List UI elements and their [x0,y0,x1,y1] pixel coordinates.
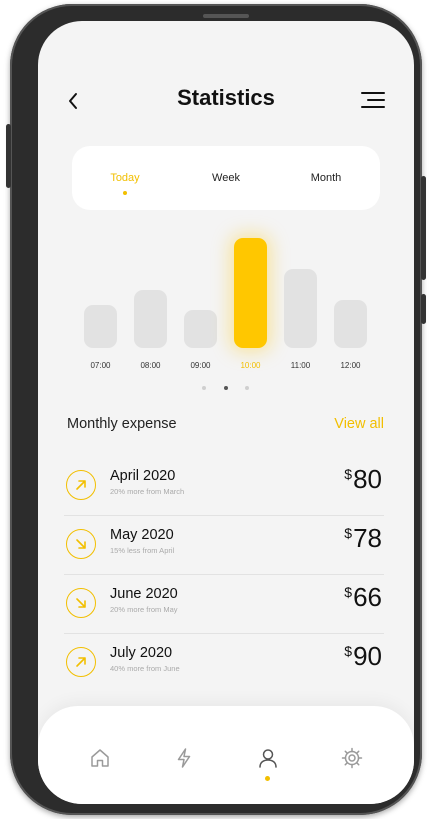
hourly-bar-chart: 07:00 08:00 09:00 10:00 11:00 12:00 [38,226,414,386]
expense-month: June 2020 [110,586,178,602]
tab-label: Today [110,172,140,184]
chart-bar[interactable] [134,290,167,348]
trend-icon-circle [66,588,96,618]
nav-home[interactable] [88,746,112,770]
expense-month: April 2020 [110,468,176,484]
pager-dot[interactable] [202,386,206,390]
period-selector: Today Week Month [72,146,380,210]
pager-dot[interactable] [245,386,249,390]
arrow-down-right-icon [76,598,86,608]
menu-button[interactable] [360,89,386,111]
trend-icon-circle [66,647,96,677]
section-title: Monthly expense [67,416,177,432]
expense-note: 20% more from May [110,605,178,614]
chart-tick-label: 08:00 [140,361,161,370]
expense-amount: $80 [344,464,382,495]
expense-amount: $90 [344,641,382,672]
chart-tick-label: 07:00 [90,361,111,370]
currency-symbol: $ [344,643,353,659]
page-title: Statistics [177,85,275,110]
active-nav-indicator [265,776,270,781]
expense-amount: $78 [344,523,382,554]
tab-label: Week [212,172,240,184]
side-button [421,176,426,280]
view-all-link[interactable]: View all [334,416,384,432]
menu-icon [361,92,385,108]
user-icon [259,749,277,768]
settings-icon [341,747,363,769]
chart-bar[interactable] [284,269,317,348]
expense-row[interactable]: June 2020 20% more from May $66 [64,576,384,634]
currency-symbol: $ [344,525,353,541]
expense-note: 40% more from June [110,664,180,673]
chart-bar[interactable] [84,305,117,348]
nav-activity[interactable] [172,746,196,770]
home-icon [91,749,109,767]
amount-value: 66 [353,582,382,612]
divider [64,574,384,575]
bottom-nav [38,706,414,804]
expense-row[interactable]: July 2020 40% more from June $90 [64,635,384,693]
amount-value: 78 [353,523,382,553]
expense-note: 20% more from March [110,487,185,496]
arrow-down-right-icon [76,539,86,549]
chart-tick-label: 11:00 [290,361,311,370]
chart-tick-label: 09:00 [190,361,211,370]
expense-row[interactable]: April 2020 20% more from March $80 [64,458,384,516]
expense-row[interactable]: May 2020 15% less from April $78 [64,517,384,575]
tab-week[interactable]: Week [186,172,266,184]
currency-symbol: $ [344,584,353,600]
currency-symbol: $ [344,466,353,482]
tab-label: Month [310,172,342,184]
speaker-grille [203,14,249,18]
expense-month: May 2020 [110,527,174,543]
lightning-icon [177,748,191,768]
chart-bar[interactable] [184,310,217,348]
phone-frame: Statistics Today Week Month 07:00 08:00 0 [6,4,426,815]
active-tab-indicator [123,191,127,195]
expense-note: 15% less from April [110,546,175,555]
side-button [6,124,11,188]
expense-amount: $66 [344,582,382,613]
chart-bar[interactable] [334,300,367,348]
chart-tick-label: 12:00 [340,361,361,370]
divider [64,515,384,516]
side-button [421,294,426,324]
amount-value: 90 [353,641,382,671]
pager-dot[interactable] [224,386,228,390]
tab-today[interactable]: Today [85,172,165,195]
divider [64,633,384,634]
arrow-up-right-icon [76,657,86,667]
nav-profile[interactable] [256,746,280,770]
trend-icon-circle [66,529,96,559]
header: Statistics [38,81,414,121]
chart-tick-label: 10:00 [240,361,261,370]
nav-settings[interactable] [340,746,364,770]
tab-month[interactable]: Month [286,172,366,184]
chart-bar[interactable] [234,238,267,348]
arrow-up-right-icon [76,480,86,490]
app-screen: Statistics Today Week Month 07:00 08:00 0 [38,21,414,804]
amount-value: 80 [353,464,382,494]
expense-month: July 2020 [110,645,173,661]
trend-icon-circle [66,470,96,500]
